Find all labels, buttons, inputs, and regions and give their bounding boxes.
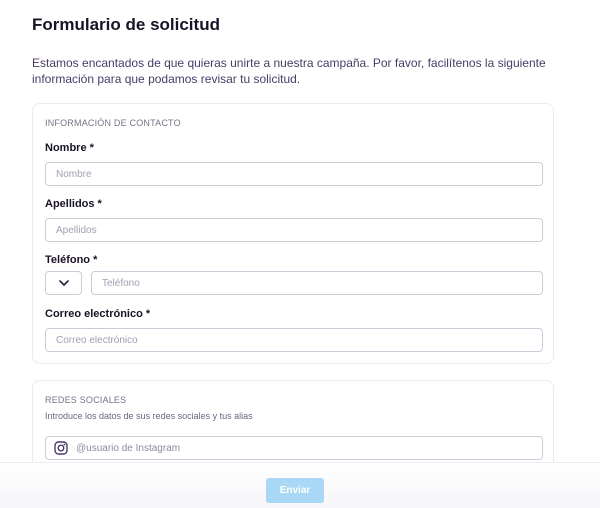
- instagram-input[interactable]: [74, 441, 518, 455]
- instagram-field[interactable]: [45, 436, 543, 460]
- first-name-input[interactable]: [45, 162, 543, 186]
- intro-text: Estamos encantados de que quieras unirte…: [32, 56, 546, 86]
- social-help-text: Introduce los datos de sus redes sociale…: [45, 411, 253, 421]
- email-input[interactable]: [45, 328, 543, 352]
- last-name-label: Apellidos *: [45, 198, 102, 210]
- social-section-title: REDES SOCIALES: [45, 395, 127, 405]
- phone-label: Teléfono *: [45, 254, 98, 266]
- first-name-label: Nombre *: [45, 142, 94, 154]
- email-label: Correo electrónico *: [45, 308, 151, 320]
- chevron-down-icon: [58, 279, 69, 286]
- last-name-input[interactable]: [45, 218, 543, 242]
- contact-section: INFORMACIÓN DE CONTACTO Nombre * Apellid…: [32, 103, 554, 364]
- phone-prefix-select[interactable]: [45, 271, 82, 295]
- instagram-icon: [54, 441, 68, 455]
- phone-input[interactable]: [91, 271, 543, 295]
- page-title: Formulario de solicitud: [32, 15, 220, 34]
- submit-button[interactable]: Enviar: [266, 478, 324, 503]
- contact-section-title: INFORMACIÓN DE CONTACTO: [45, 118, 181, 128]
- footer-bar: Enviar: [0, 462, 600, 508]
